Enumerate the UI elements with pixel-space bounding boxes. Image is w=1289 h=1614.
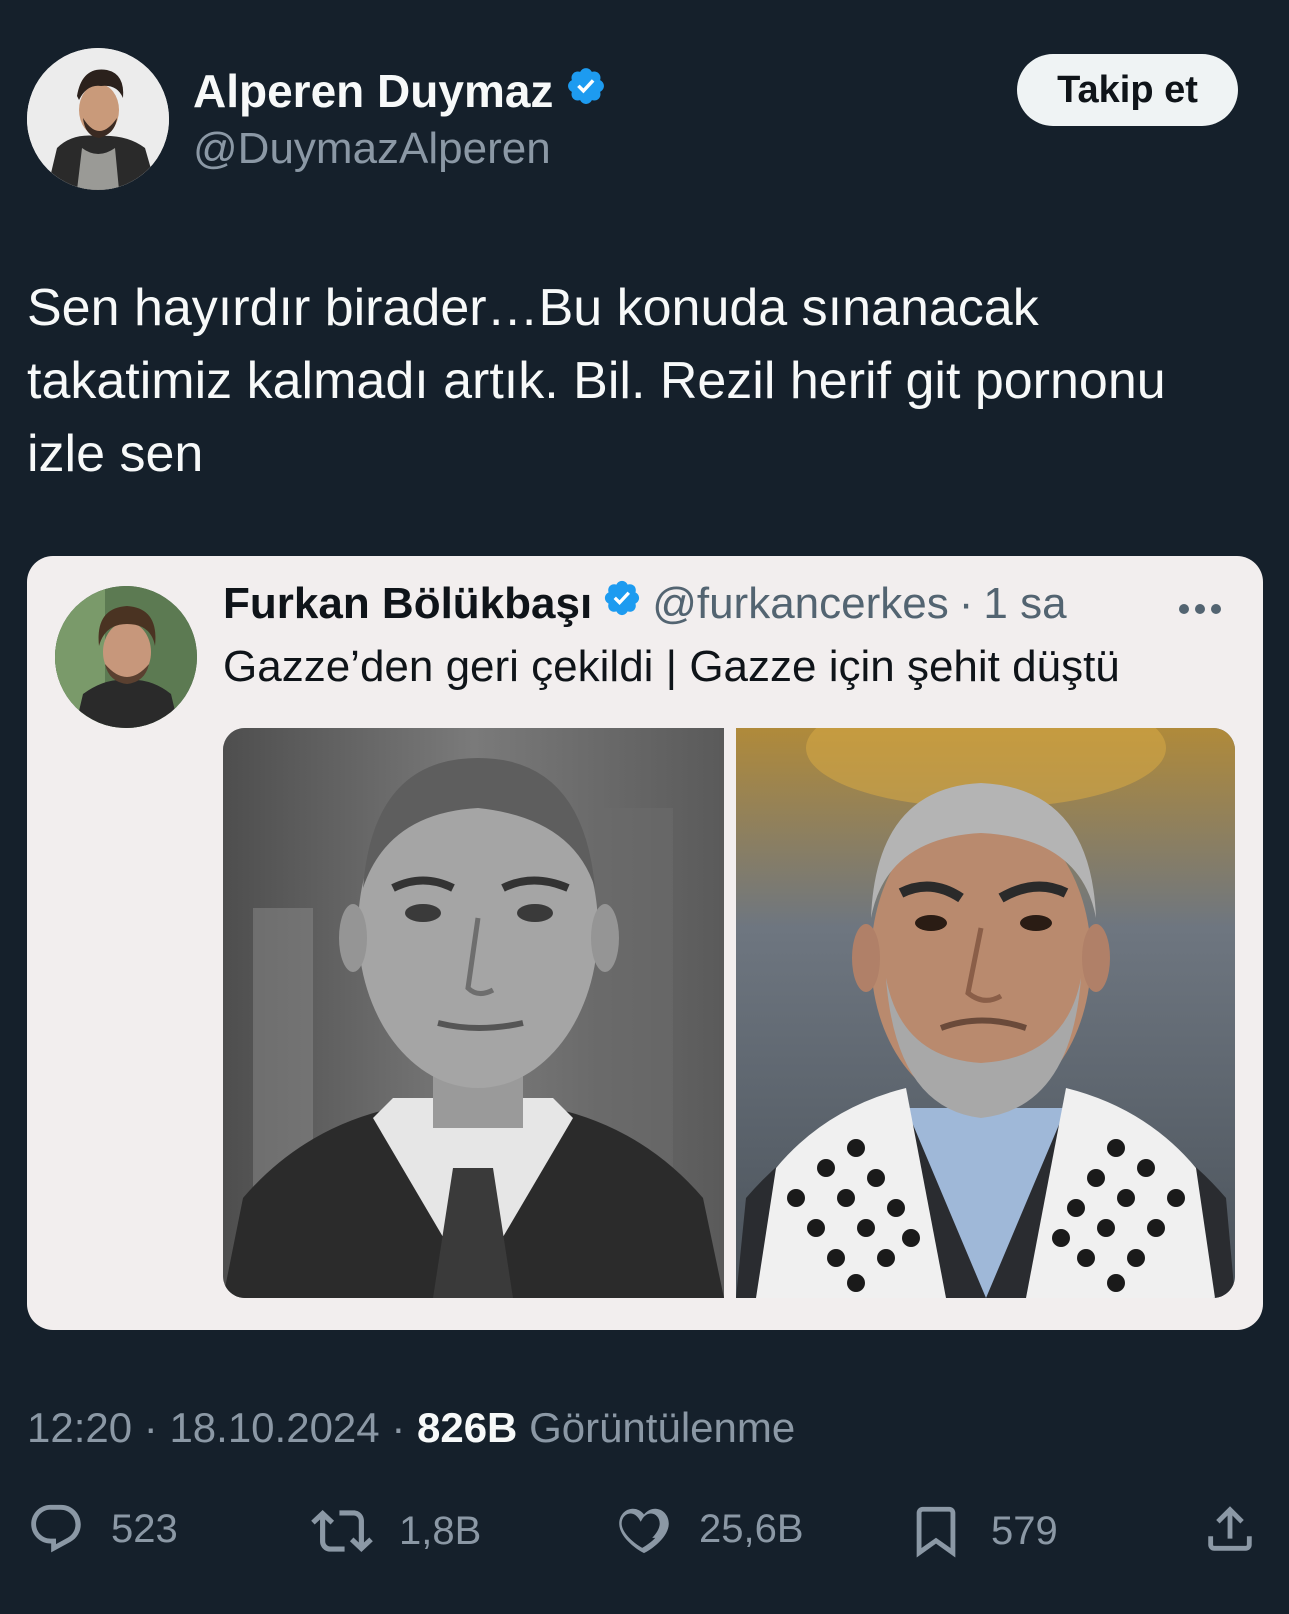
like-count: 25,6B [699, 1506, 804, 1551]
quoted-tweet-card[interactable]: Furkan Bölükbaşı @furkancerkes · 1 sa Ga… [27, 556, 1263, 1330]
retweet-icon [311, 1500, 373, 1562]
heart-icon [615, 1500, 673, 1558]
action-bar: 523 1,8B 25,6B 579 [27, 1500, 1267, 1570]
bookmark-button[interactable]: 579 [907, 1500, 1058, 1562]
quote-verified-badge-icon [602, 578, 642, 629]
meta-separator: · [143, 1404, 170, 1451]
view-count: 826B [416, 1404, 518, 1451]
retweet-count: 1,8B [399, 1508, 482, 1553]
more-options-icon[interactable] [1177, 578, 1223, 626]
quote-image-right[interactable] [736, 728, 1235, 1298]
quote-separator: · [958, 578, 974, 628]
tweet-date[interactable]: 18.10.2024 [169, 1404, 379, 1451]
author-name-row: Alperen Duymaz [193, 64, 607, 118]
quote-text: Gazze’den geri çekildi | Gazze için şehi… [223, 642, 1120, 691]
tweet-meta: 12:20 · 18.10.2024 · 826B Görüntülenme [27, 1404, 795, 1452]
share-button[interactable] [1201, 1500, 1259, 1558]
portrait-photo-color [736, 728, 1235, 1298]
quote-author-handle[interactable]: @furkancerkes [652, 579, 949, 629]
like-button[interactable]: 25,6B [615, 1500, 804, 1558]
quote-header: Furkan Bölükbaşı @furkancerkes · 1 sa [223, 578, 1067, 629]
follow-button[interactable]: Takip et [1017, 54, 1238, 126]
author-display-name[interactable]: Alperen Duymaz [193, 64, 553, 118]
bookmark-count: 579 [991, 1508, 1058, 1553]
bookmark-icon [907, 1500, 965, 1562]
quote-author-avatar-image [55, 586, 197, 728]
portrait-photo-bw [223, 728, 724, 1298]
views-label: Görüntülenme [529, 1404, 796, 1451]
tweet-time[interactable]: 12:20 [27, 1404, 132, 1451]
quote-time: 1 sa [983, 578, 1067, 628]
author-handle[interactable]: @DuymazAlperen [193, 124, 551, 174]
author-avatar-image [27, 48, 169, 190]
tweet-text: Sen hayırdır birader…Bu konuda sınanacak… [27, 279, 1166, 483]
meta-separator: · [391, 1404, 417, 1451]
verified-badge-icon [565, 64, 607, 118]
author-avatar[interactable] [27, 48, 169, 190]
share-icon [1201, 1500, 1259, 1558]
retweet-button[interactable]: 1,8B [311, 1500, 481, 1562]
reply-count: 523 [111, 1506, 178, 1551]
reply-button[interactable]: 523 [27, 1500, 178, 1558]
quote-image-left[interactable] [223, 728, 724, 1298]
quote-author-name[interactable]: Furkan Bölükbaşı [223, 579, 592, 629]
quote-author-avatar[interactable] [55, 586, 197, 728]
reply-icon [27, 1500, 85, 1558]
